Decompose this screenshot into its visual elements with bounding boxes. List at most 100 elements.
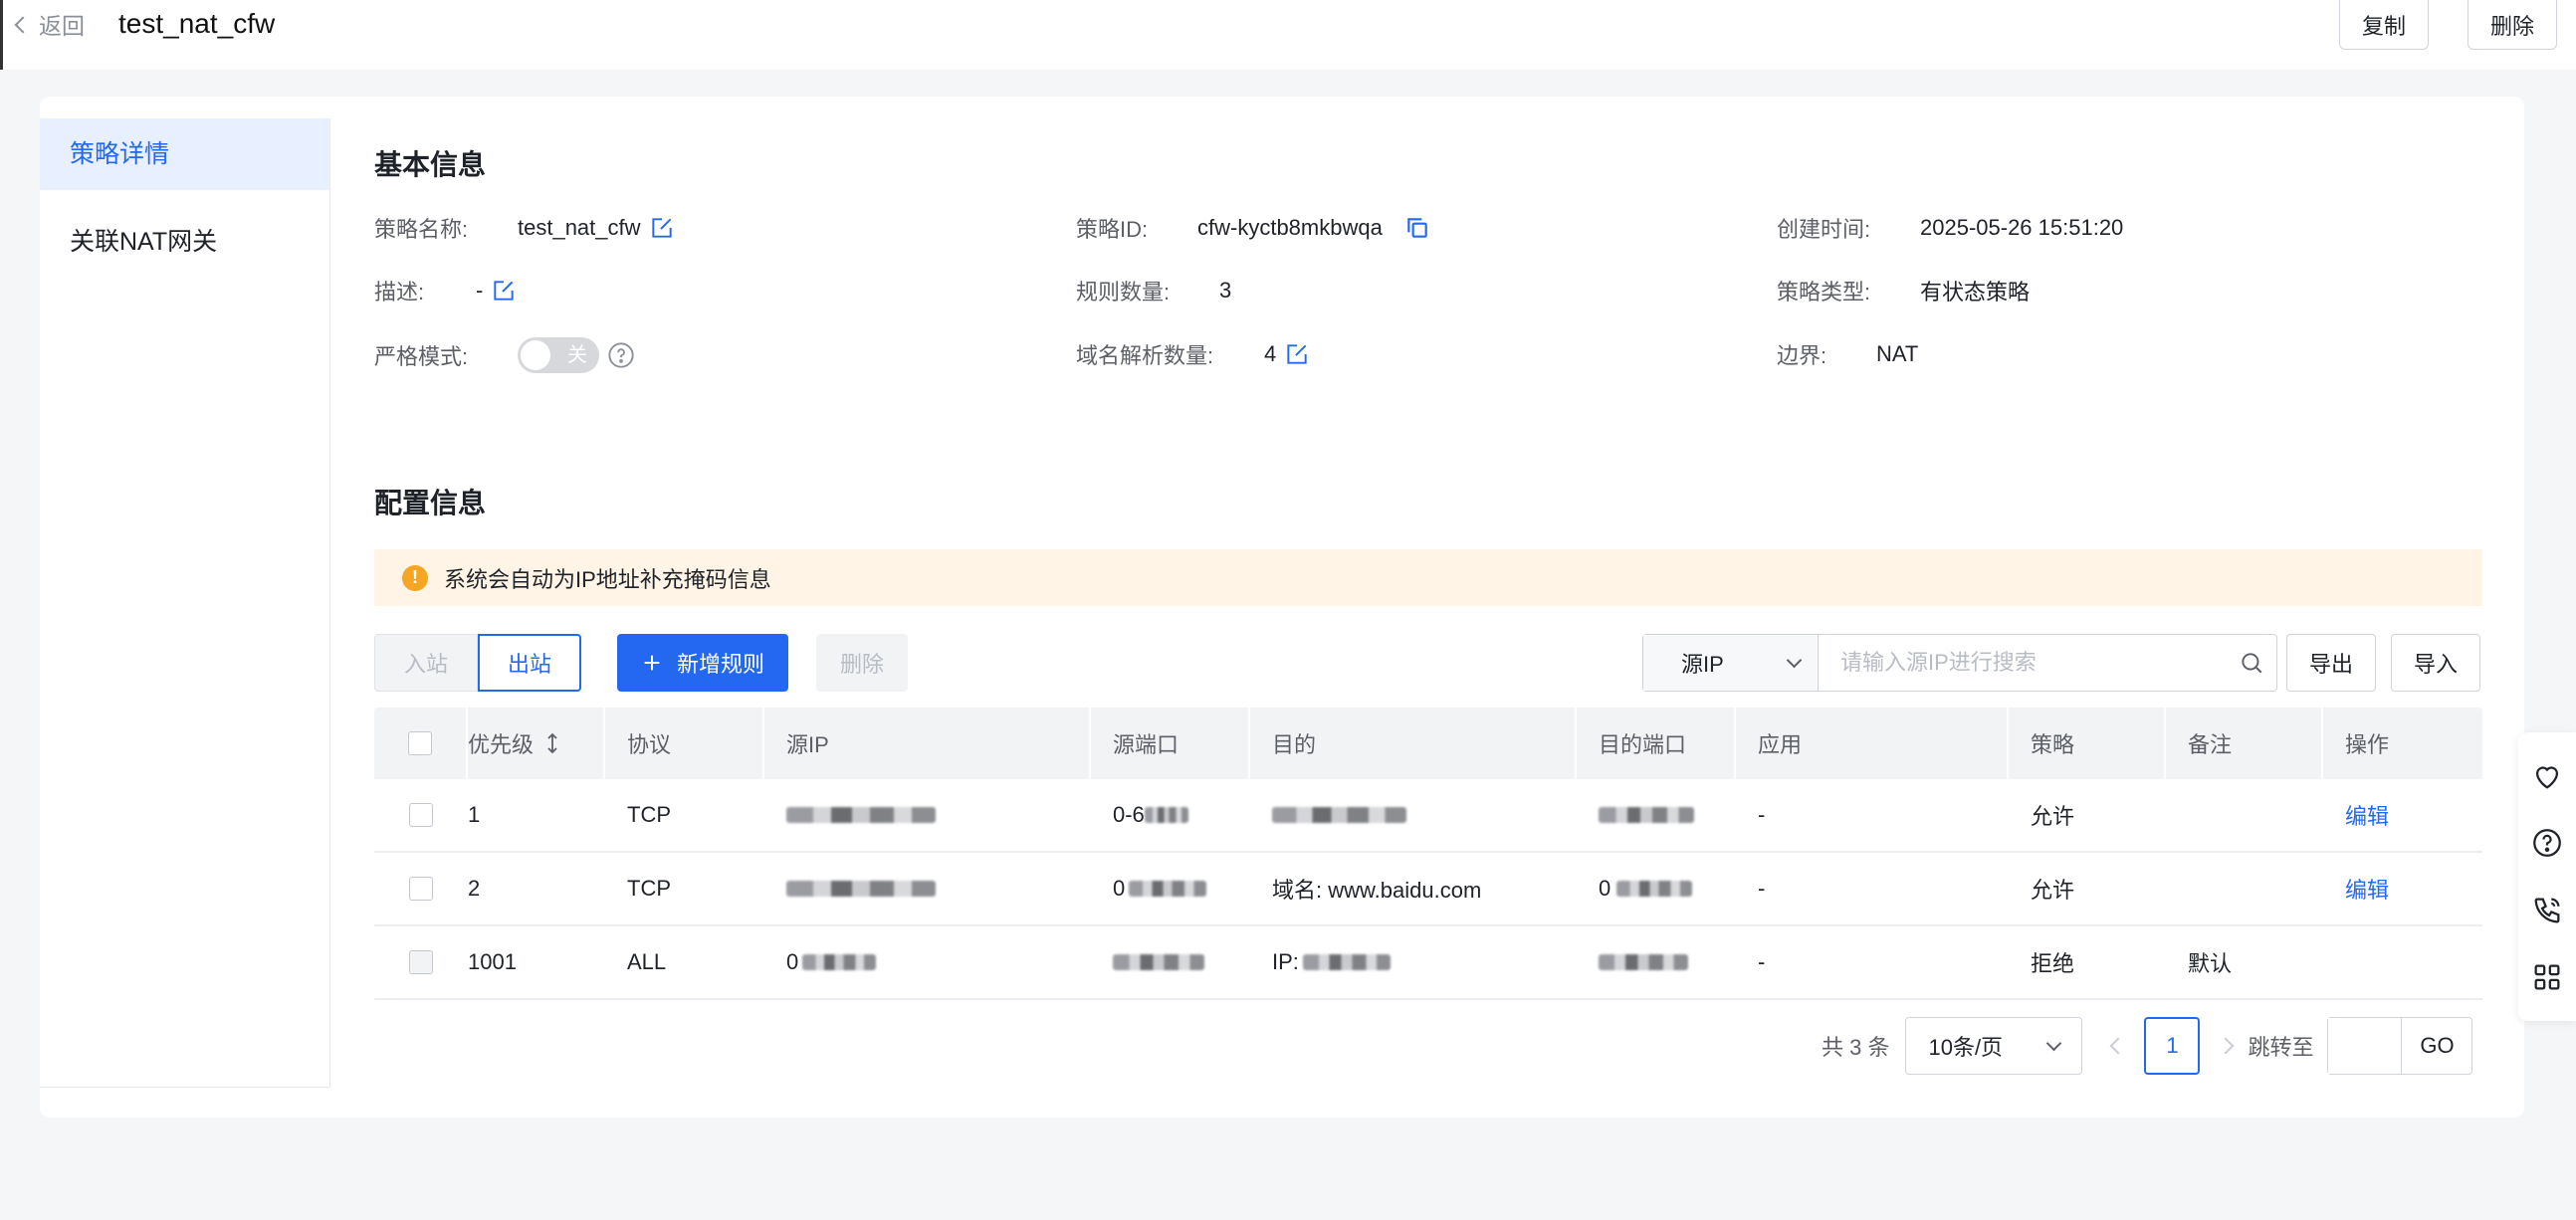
policy-name-value: test_nat_cfw (518, 215, 641, 240)
search-field-value: 源IP (1681, 652, 1724, 677)
edit-icon[interactable] (649, 215, 675, 241)
rules-table: 优先级 协议 源IP 源端口 目的 目的端口 应用 策略 备注 操作 1 TCP… (374, 708, 2482, 1000)
edit-icon[interactable] (1284, 341, 1310, 367)
tab-inbound[interactable]: 入站 (374, 634, 478, 692)
policy-name-row: 策略名称: test_nat_cfw (374, 211, 675, 245)
cell-priority: 1 (468, 802, 481, 827)
add-rule-label: 新增规则 (677, 652, 765, 677)
col-src-ip: 源IP (764, 708, 1091, 779)
floating-toolbar (2518, 732, 2576, 1021)
policy-id-label: 策略ID: (1076, 217, 1149, 242)
rule-count-row: 规则数量: 3 (1076, 274, 1231, 307)
description-label: 描述: (374, 280, 425, 305)
select-all-checkbox[interactable] (408, 731, 432, 755)
page-size-value: 10条/页 (1928, 1035, 2004, 1060)
tab-outbound[interactable]: 出站 (478, 634, 581, 692)
nav-item-policy-detail[interactable]: 策略详情 (40, 118, 329, 190)
col-priority[interactable]: 优先级 (468, 708, 605, 779)
total-count: 共 3 条 (1822, 1035, 1890, 1060)
cell-dest (1250, 779, 1577, 851)
search-field-select[interactable]: 源IP (1643, 635, 1819, 691)
masked-value (786, 807, 936, 823)
dest-port-prefix: 0 (1599, 876, 1611, 901)
back-label: 返回 (39, 13, 85, 39)
prev-page-icon[interactable] (2109, 1037, 2127, 1055)
col-action: 操作 (2345, 732, 2390, 757)
row-checkbox[interactable] (409, 877, 433, 901)
col-dest: 目的 (1250, 708, 1577, 779)
policy-id-value: cfw-kyctb8mkbwqa (1197, 215, 1383, 240)
sort-icon[interactable] (545, 731, 559, 755)
masked-value (1113, 954, 1204, 970)
search-input[interactable] (1819, 635, 2227, 691)
import-button[interactable]: 导入 (2391, 634, 2481, 692)
border-label: 边界: (1777, 343, 1827, 368)
delete-button[interactable]: 删除 (2468, 0, 2558, 50)
back-link[interactable]: 返回 (14, 6, 85, 42)
chevron-down-icon (2046, 1035, 2062, 1051)
src-ip-prefix: 0 (786, 949, 799, 974)
strict-mode-label: 严格模式: (374, 344, 469, 369)
strict-mode-row: 严格模式: 关 (374, 336, 635, 374)
toggle-label: 关 (567, 344, 587, 366)
cell-note (2166, 853, 2323, 924)
col-protocol: 协议 (605, 708, 764, 779)
cell-note (2166, 779, 2323, 851)
row-checkbox[interactable] (409, 803, 433, 827)
chevron-down-icon (1786, 652, 1803, 668)
page-size-select[interactable]: 10条/页 (1905, 1017, 2083, 1075)
copy-icon[interactable] (1404, 215, 1430, 241)
toggle-knob (521, 340, 550, 370)
search-icon[interactable] (2227, 635, 2276, 691)
src-port-prefix: 0 (1113, 876, 1126, 901)
cell-policy: 拒绝 (2031, 951, 2075, 976)
cell-src-ip (764, 779, 1091, 851)
created-time-row: 创建时间: 2025-05-26 15:51:20 (1777, 211, 2123, 245)
policy-name-label: 策略名称: (374, 217, 469, 242)
row-checkbox[interactable] (409, 950, 433, 974)
page-title: test_nat_cfw (118, 8, 276, 39)
masked-value (1599, 807, 1694, 823)
row-checkbox-cell (374, 779, 468, 851)
page-number[interactable]: 1 (2144, 1017, 2201, 1075)
col-note: 备注 (2166, 708, 2323, 779)
jump-page-input[interactable] (2328, 1018, 2403, 1074)
cell-src-ip (764, 853, 1091, 924)
jump-control: GO (2327, 1017, 2473, 1075)
cell-protocol: TCP (627, 876, 671, 901)
alert-text: 系统会自动为IP地址补充掩码信息 (444, 566, 771, 592)
rule-count-value: 3 (1219, 278, 1232, 303)
border-row: 边界: NAT (1777, 337, 1918, 371)
table-header: 优先级 协议 源IP 源端口 目的 目的端口 应用 策略 备注 操作 (374, 708, 2482, 779)
go-button[interactable]: GO (2402, 1018, 2471, 1074)
table-row: 2 TCP 0 域名: www.baidu.com 0 - 允许 编辑 (374, 853, 2482, 926)
add-rule-button[interactable]: 新增规则 (617, 634, 789, 692)
table-row: 1 TCP 0-6 - 允许 编辑 (374, 779, 2482, 853)
copy-button[interactable]: 复制 (2339, 0, 2430, 50)
cell-dest-port (1577, 926, 1736, 998)
masked-value (1616, 881, 1693, 897)
created-time-label: 创建时间: (1777, 217, 1871, 242)
export-button[interactable]: 导出 (2286, 634, 2377, 692)
cell-dest-port: 0 (1577, 853, 1736, 924)
help-icon[interactable] (607, 341, 635, 369)
nav-item-nat-gateway[interactable]: 关联NAT网关 (40, 206, 329, 278)
apps-grid-icon[interactable] (2530, 960, 2564, 994)
strict-mode-toggle[interactable]: 关 (518, 337, 599, 373)
col-dest-port: 目的端口 (1577, 708, 1736, 779)
cell-action (2323, 926, 2482, 998)
row-checkbox-cell (374, 926, 468, 998)
masked-value (786, 881, 936, 897)
edit-link[interactable]: 编辑 (2323, 779, 2482, 851)
basic-info-title: 基本信息 (374, 149, 487, 180)
src-port-prefix: 0-6 (1113, 802, 1145, 827)
domain-count-value: 4 (1264, 341, 1277, 366)
batch-delete-button[interactable]: 删除 (816, 634, 909, 692)
top-bar: 返回 test_nat_cfw 复制 删除 (0, 0, 2576, 70)
edit-icon[interactable] (491, 278, 517, 304)
help-icon[interactable] (2530, 826, 2564, 860)
edit-link[interactable]: 编辑 (2323, 853, 2482, 924)
next-page-icon[interactable] (2217, 1037, 2235, 1055)
feedback-icon[interactable] (2530, 759, 2564, 793)
phone-icon[interactable] (2530, 894, 2564, 927)
